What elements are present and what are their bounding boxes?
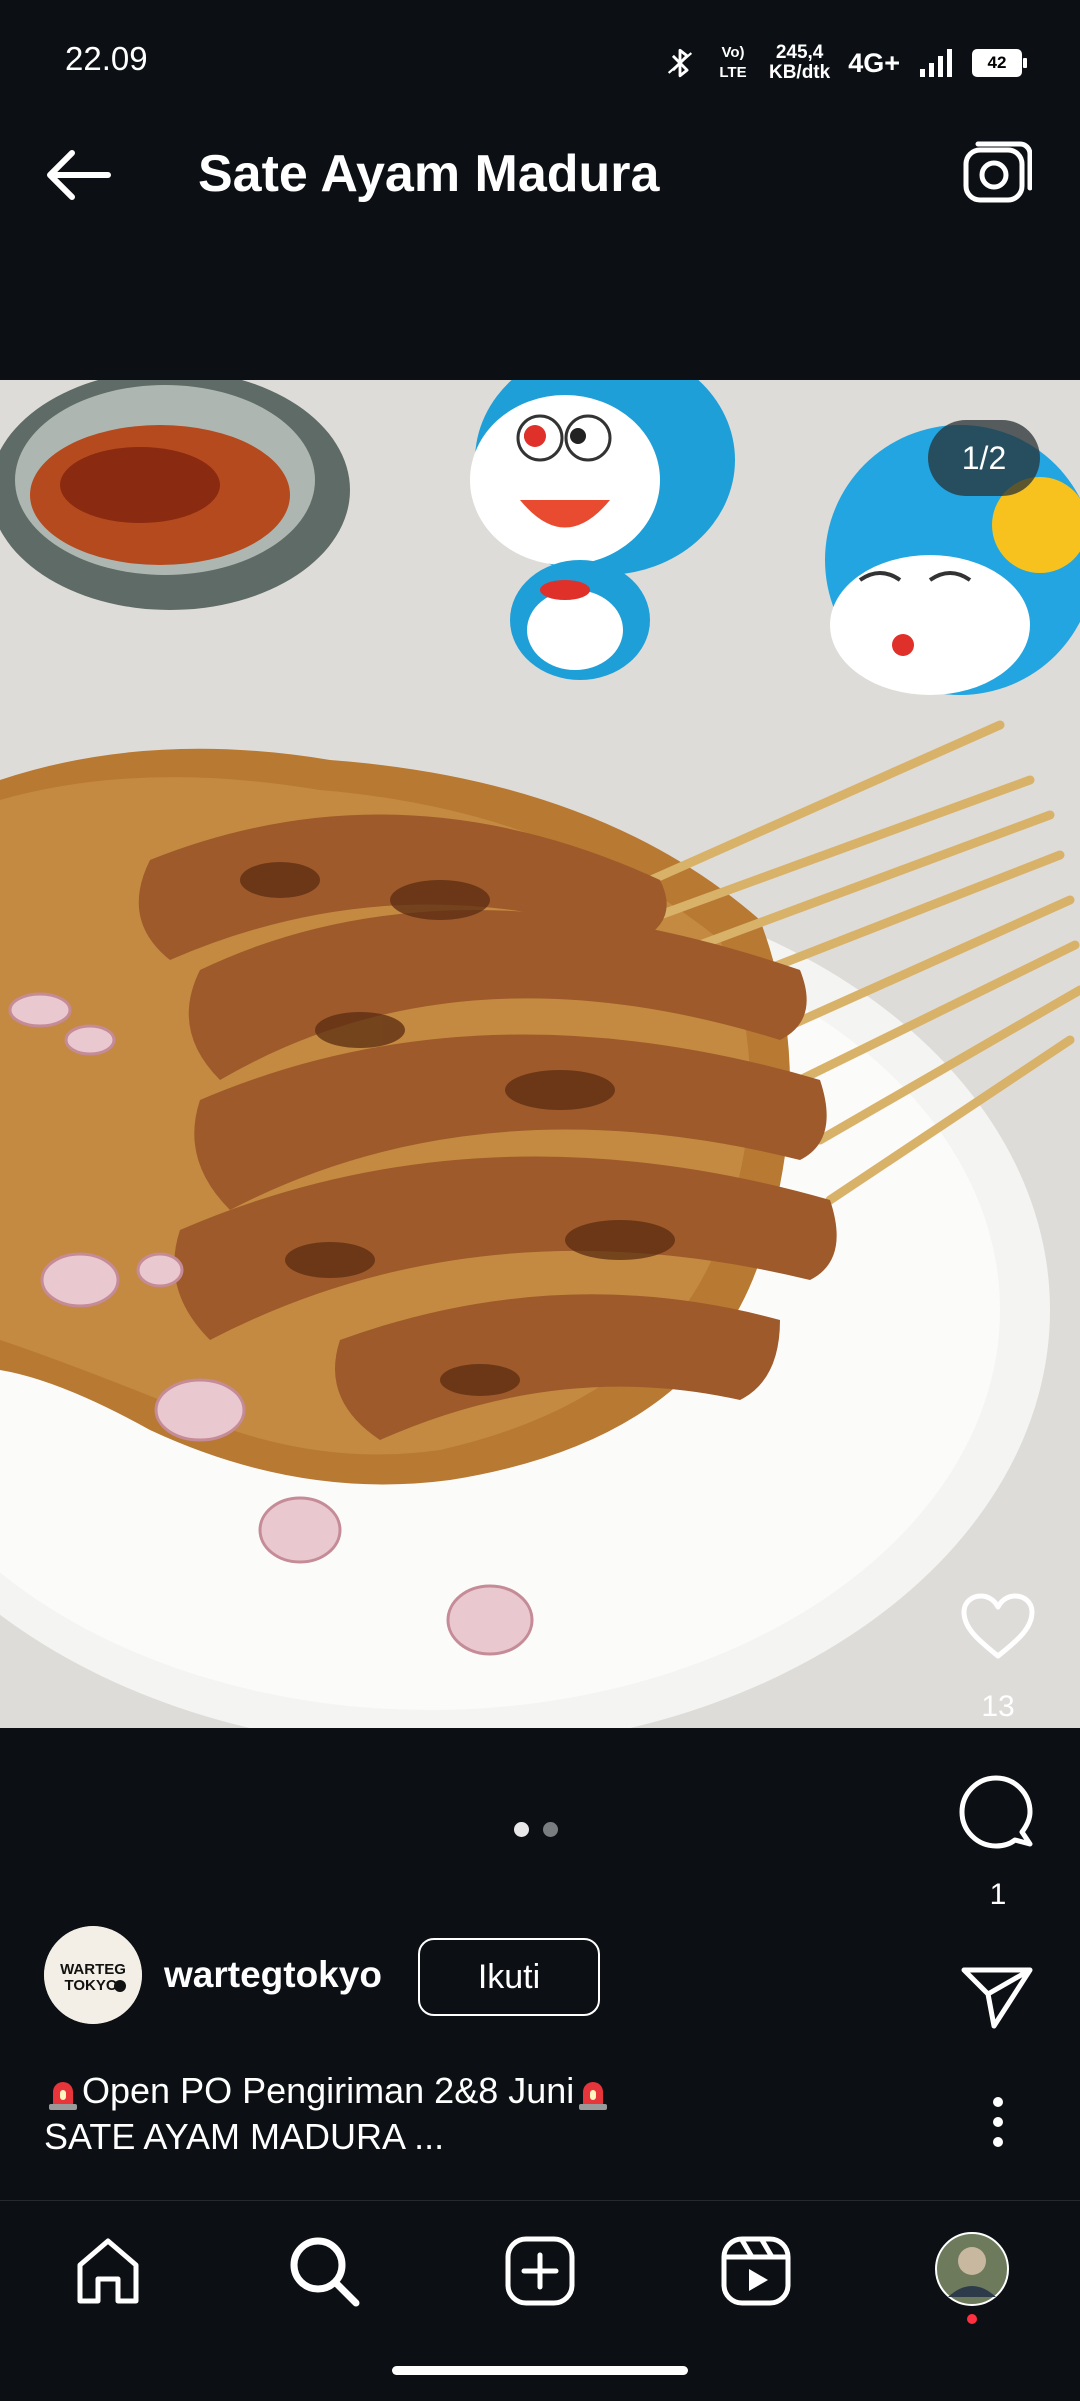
author-username[interactable]: wartegtokyo — [164, 1954, 382, 1996]
svg-text:WARTEG: WARTEG — [60, 1961, 126, 1978]
status-bar: 22.09 Vo) LTE 245,4 KB/dtk 4G+ 42 — [0, 0, 1080, 92]
siren-icon — [49, 2082, 77, 2111]
top-bar: Sate Ayam Madura — [0, 92, 1080, 252]
heart-icon[interactable] — [958, 1590, 1038, 1662]
caption-line-2: SATE AYAM MADURA ... — [44, 2116, 445, 2157]
follow-button[interactable]: Ikuti — [418, 1938, 600, 2016]
image-counter: 1/2 — [928, 420, 1040, 496]
caption-line-1: Open PO Pengiriman 2&8 Juni — [44, 2068, 612, 2114]
home-icon[interactable] — [68, 2231, 148, 2311]
battery-indicator: 42 — [972, 49, 1027, 77]
comment-count: 1 — [989, 1878, 1007, 1911]
arrow-left-icon[interactable] — [38, 140, 118, 210]
speed-value: 245,4 — [775, 42, 824, 63]
food-photo — [0, 380, 1080, 1728]
carousel-indicator — [514, 1822, 558, 1837]
more-vertical-icon[interactable] — [978, 2094, 1018, 2150]
carousel-dot-1 — [514, 1822, 529, 1837]
caption-text-1: Open PO Pengiriman 2&8 Juni — [82, 2070, 575, 2111]
siren-icon — [579, 2082, 608, 2111]
add-post-icon[interactable] — [500, 2231, 580, 2311]
profile-avatar-image — [935, 2232, 1009, 2324]
search-icon[interactable] — [284, 2231, 364, 2311]
like-count: 13 — [981, 1690, 1015, 1723]
home-indicator[interactable] — [392, 2366, 688, 2375]
author-avatar[interactable]: WARTEG TOKYO — [44, 1926, 142, 2024]
camera-icon[interactable] — [960, 138, 1032, 210]
status-icons: Vo) LTE 245,4 KB/dtk 4G+ 42 — [663, 38, 1027, 88]
status-time: 22.09 — [65, 40, 148, 77]
network-speed: 245,4 KB/dtk — [769, 43, 830, 83]
network-type: 4G+ — [848, 47, 900, 78]
signal-icon — [920, 49, 952, 77]
page-title: Sate Ayam Madura — [198, 145, 660, 203]
volte-badge: Vo) LTE — [719, 44, 747, 81]
svg-text:TOKYO: TOKYO — [64, 1977, 117, 1994]
post-caption[interactable]: Open PO Pengiriman 2&8 Juni SATE AYAM MA… — [44, 2068, 612, 2160]
carousel-dot-2 — [543, 1822, 558, 1837]
paper-plane-icon[interactable] — [960, 1964, 1034, 2030]
comment-icon[interactable] — [958, 1774, 1034, 1850]
warteg-tokyo-logo: WARTEG TOKYO — [44, 1926, 142, 2024]
profile-avatar[interactable] — [934, 2231, 1010, 2324]
speed-unit: KB/dtk — [768, 62, 831, 83]
bluetooth-icon — [667, 48, 693, 78]
reels-icon[interactable] — [716, 2231, 796, 2311]
post-image[interactable]: 1/2 — [0, 380, 1080, 1728]
